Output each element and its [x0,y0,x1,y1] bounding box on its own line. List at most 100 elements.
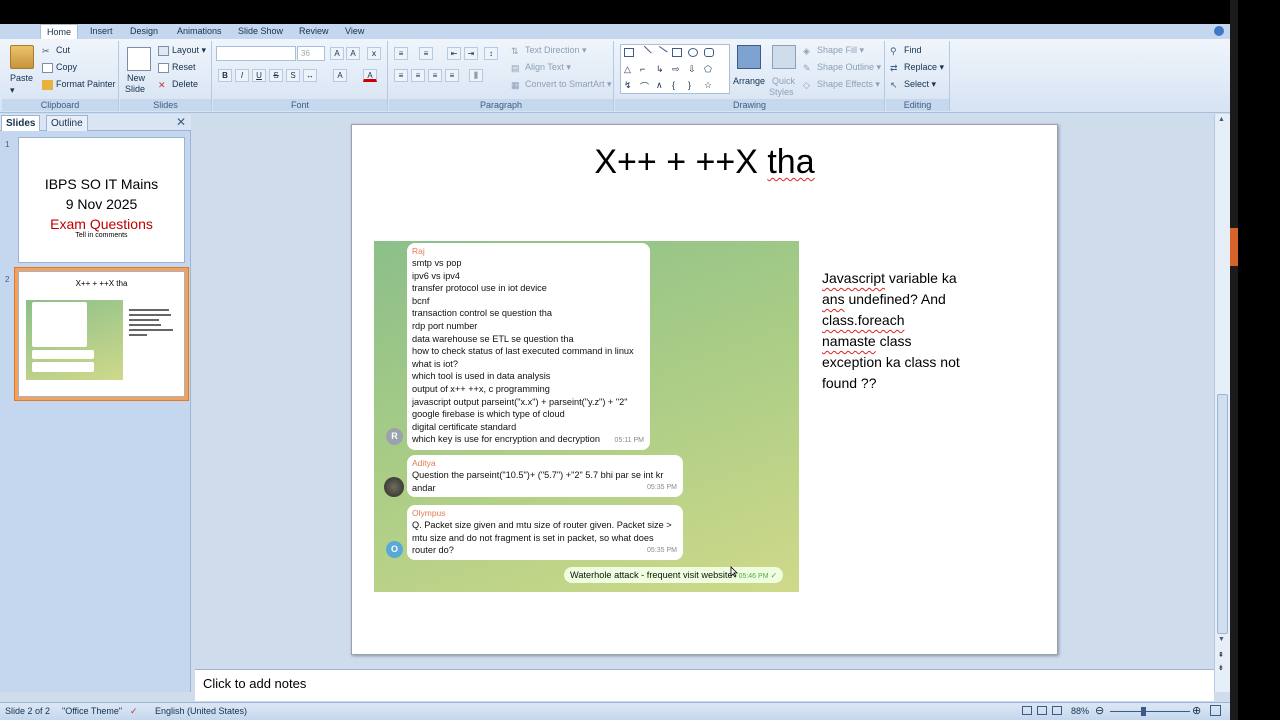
clear-formatting-icon[interactable]: ⅹ [367,47,381,60]
font-name-box[interactable] [216,46,296,61]
slide-thumbnail-1[interactable]: IBPS SO IT Mains 9 Nov 2025 Exam Questio… [18,137,185,263]
zoom-slider[interactable] [1110,711,1190,712]
line-shape-icon[interactable] [638,45,652,60]
shape-fill-button[interactable]: ◈ Shape Fill ▾ [803,45,864,56]
select-button[interactable]: ↖ Select ▾ [890,79,936,90]
rounded-rect-shape-icon[interactable] [704,48,714,57]
tab-design[interactable]: Design [130,24,158,39]
tab-insert[interactable]: Insert [90,24,113,39]
italic-icon[interactable]: I [235,69,249,82]
strikethrough-icon[interactable]: S [269,69,283,82]
arrange-button[interactable]: Arrange [733,76,765,86]
text-direction-button[interactable]: ⇅ Text Direction ▾ [511,45,587,56]
paste-button[interactable]: Paste [10,73,33,83]
line-spacing-icon[interactable]: ↕ [484,47,498,60]
scroll-down-icon[interactable]: ▼ [1218,636,1225,643]
quick-styles-button-line2[interactable]: Styles [769,87,794,97]
scrollbar-thumb[interactable] [1217,394,1228,634]
align-left-icon[interactable]: ≡ [394,69,408,82]
font-size-box[interactable]: 36 [297,46,325,61]
language[interactable]: English (United States) [155,706,247,716]
tab-view[interactable]: View [345,24,364,39]
zoom-slider-thumb[interactable] [1141,707,1146,716]
paste-dropdown-icon[interactable]: ▾ [10,85,15,96]
spellcheck-icon[interactable]: ✓ [130,706,138,717]
chat-screenshot-image[interactable]: R Raj smtp vs pop ipv6 vs ipv4 transfer pr… [374,241,799,592]
align-right-icon[interactable]: ≡ [428,69,442,82]
previous-slide-icon[interactable]: ⇞ [1218,651,1224,659]
shapes-gallery[interactable]: △ ⌐ ↳ ⇨ ⇩ ⬠ ↯ ⌒ ∧ { } ☆ [620,44,730,94]
shape-outline-button[interactable]: ✎ Shape Outline ▾ [803,62,881,73]
numbering-icon[interactable]: ≡ [419,47,433,60]
layout-button[interactable]: Layout ▾ [158,45,206,56]
quick-styles-button[interactable]: Quick [772,76,795,86]
rectangle-shape-icon[interactable] [672,48,682,57]
slide-body-text[interactable]: Javascript variable ka ans undefined? And… [822,268,997,394]
slide-title[interactable]: X++ + ++X tha [352,143,1057,182]
zoom-out-icon[interactable]: ⊖ [1095,704,1104,717]
tab-home[interactable]: Home [40,24,79,39]
decrease-indent-icon[interactable]: ⇤ [447,47,461,60]
bullets-icon[interactable]: ≡ [394,47,408,60]
zoom-level[interactable]: 88% [1071,706,1089,716]
help-icon[interactable] [1214,26,1224,36]
close-panel-icon[interactable]: ✕ [176,115,186,129]
new-slide-button[interactable]: New [127,73,145,83]
find-button[interactable]: ⚲ Find [890,45,922,56]
fit-to-window-icon[interactable] [1210,705,1221,716]
tab-animations[interactable]: Animations [177,24,222,39]
new-slide-icon[interactable] [127,47,151,71]
textbox-shape-icon[interactable] [624,48,634,57]
grow-font-icon[interactable]: A [330,47,344,60]
normal-view-icon[interactable] [1022,706,1032,715]
paste-icon[interactable] [10,45,34,69]
brace-shape-icon[interactable]: { [672,80,682,90]
next-slide-icon[interactable]: ⇟ [1218,664,1224,672]
delete-button[interactable]: ✕ Delete [158,79,198,90]
curve-shape-icon[interactable]: ↯ [624,80,634,90]
new-slide-button-line2[interactable]: Slide [125,84,145,94]
bold-icon[interactable]: B [218,69,232,82]
char-spacing-icon[interactable]: ↔ [303,69,317,82]
quick-styles-icon[interactable] [772,45,796,69]
tab-slide-show[interactable]: Slide Show [238,24,283,39]
triangle-shape-icon[interactable]: △ [624,64,634,74]
elbow-connector-icon[interactable]: ⌐ [640,64,650,74]
down-arrow-shape-icon[interactable]: ⇩ [688,64,698,74]
font-color-icon[interactable]: A [363,69,377,82]
scroll-up-icon[interactable]: ▲ [1218,116,1225,123]
oval-shape-icon[interactable] [688,48,698,57]
convert-smartart-button[interactable]: ▦ Convert to SmartArt ▾ [511,79,612,90]
align-text-button[interactable]: ▤ Align Text ▾ [511,62,571,73]
slide-canvas[interactable]: X++ + ++X tha R Raj smtp vs pop ipv6 vs i… [351,124,1058,655]
tab-slides[interactable]: Slides [1,115,41,131]
star-shape-icon[interactable]: ☆ [704,80,714,90]
reset-button[interactable]: Reset [158,62,196,73]
tab-review[interactable]: Review [299,24,329,39]
shadow-icon[interactable]: S [286,69,300,82]
shrink-font-icon[interactable]: A [346,47,360,60]
arrow-shape-icon[interactable] [654,45,668,60]
columns-icon[interactable]: ⫼ [469,69,483,82]
arc-shape-icon[interactable]: ⌒ [640,80,650,92]
shape-effects-button[interactable]: ◇ Shape Effects ▾ [803,79,880,90]
pentagon-shape-icon[interactable]: ⬠ [704,64,714,74]
copy-button[interactable]: Copy [42,62,77,73]
justify-icon[interactable]: ≡ [445,69,459,82]
zoom-in-icon[interactable]: ⊕ [1192,704,1201,717]
slide-show-icon[interactable] [1052,706,1062,715]
align-center-icon[interactable]: ≡ [411,69,425,82]
format-painter-button[interactable]: Format Painter [42,79,116,90]
bent-connector-icon[interactable]: ↳ [656,64,666,74]
notes-pane[interactable]: Click to add notes [195,669,1214,701]
arrange-icon[interactable] [737,45,761,69]
right-arrow-shape-icon[interactable]: ⇨ [672,64,682,74]
change-case-icon[interactable]: A [333,69,347,82]
underline-icon[interactable]: U [252,69,266,82]
increase-indent-icon[interactable]: ⇥ [464,47,478,60]
tab-outline[interactable]: Outline [46,115,88,131]
freeform-shape-icon[interactable]: ∧ [656,80,666,90]
slide-thumbnail-2[interactable]: X++ + ++X tha [18,271,185,397]
slide-sorter-icon[interactable] [1037,706,1047,715]
brace-right-shape-icon[interactable]: } [688,80,698,90]
